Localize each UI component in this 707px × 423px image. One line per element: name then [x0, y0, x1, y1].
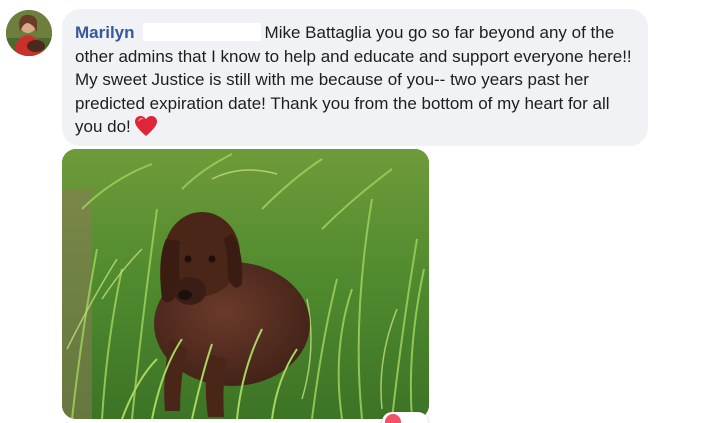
avatar[interactable] — [6, 10, 52, 56]
avatar-photo — [6, 10, 52, 56]
comment-photo[interactable] — [62, 149, 429, 419]
love-reaction-icon — [385, 414, 401, 423]
comment-author[interactable]: Marilyn — [75, 23, 135, 42]
comment-thread: Marilyn Mike Battaglia you go so far beyo… — [0, 0, 707, 423]
red-heart-icon — [134, 115, 158, 137]
comment-bubble: Marilyn Mike Battaglia you go so far beyo… — [62, 9, 648, 146]
dog-in-grass-image — [62, 149, 429, 419]
reaction-badge[interactable] — [382, 412, 428, 423]
redacted-name-block — [142, 23, 261, 41]
